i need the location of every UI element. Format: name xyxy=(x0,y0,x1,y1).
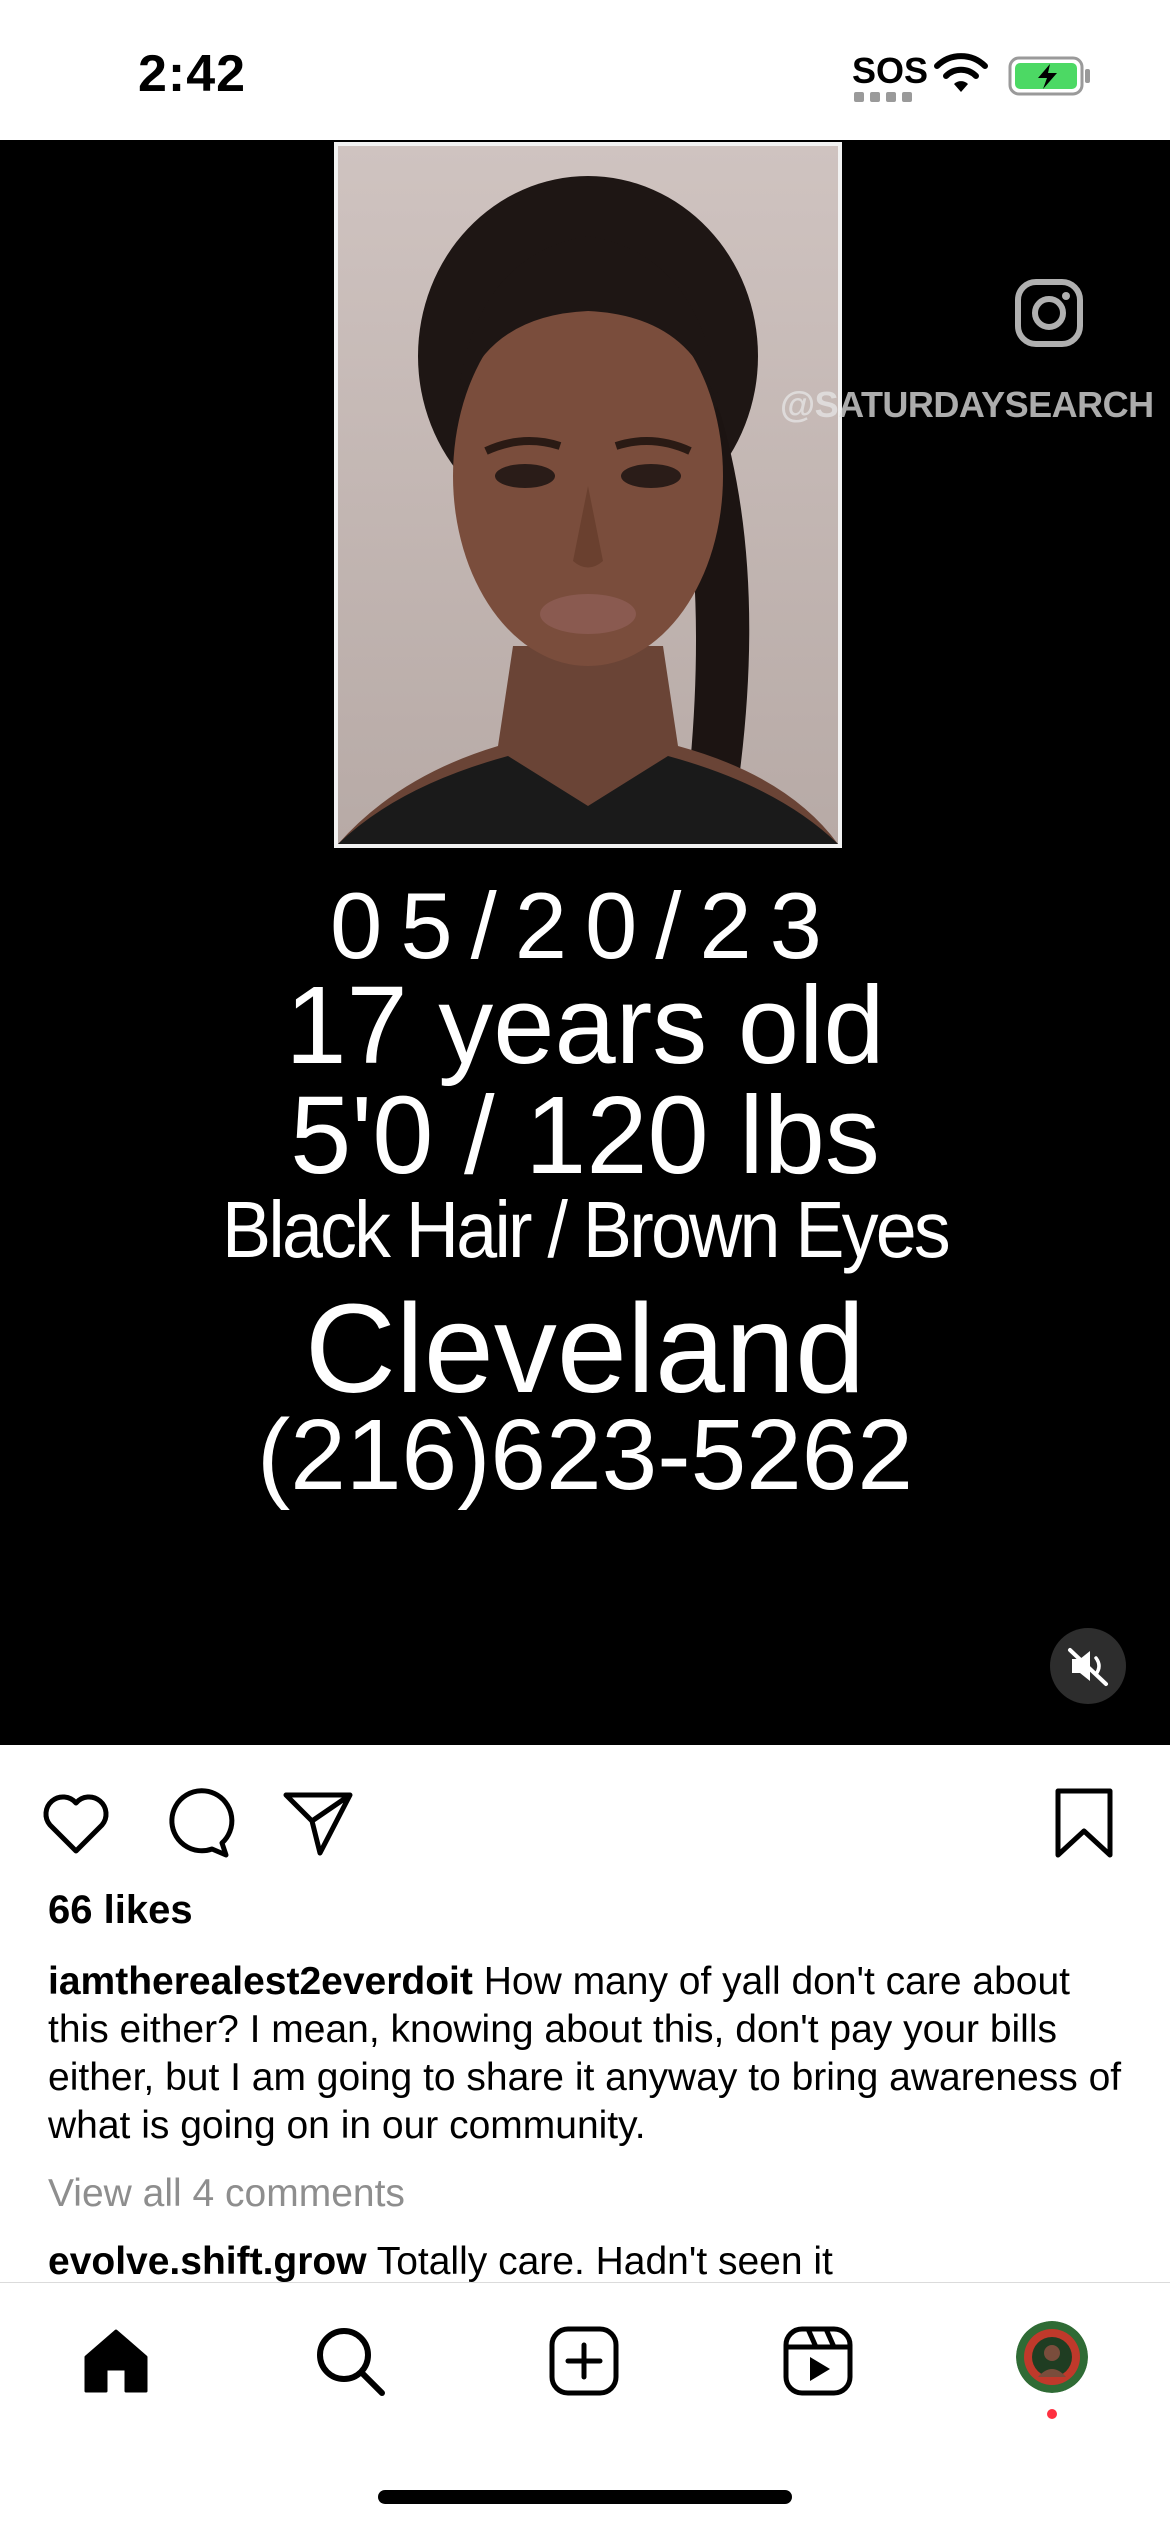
comment-preview: evolve.shift.grow Totally care. Hadn't s… xyxy=(48,2240,833,2284)
reels-icon[interactable] xyxy=(780,2323,856,2399)
heart-icon[interactable] xyxy=(38,1785,114,1861)
battery-charging-icon xyxy=(1008,56,1090,96)
home-icon[interactable] xyxy=(78,2323,154,2399)
overlay-hair-eyes: Black Hair / Brown Eyes xyxy=(222,1185,951,1274)
post-caption: iamtherealest2everdoit How many of yall … xyxy=(48,1958,1138,2150)
avatar-image xyxy=(1016,2321,1088,2393)
share-icon[interactable] xyxy=(280,1785,356,1861)
search-icon[interactable] xyxy=(312,2323,388,2399)
view-all-comments-link[interactable]: View all 4 comments xyxy=(48,2172,405,2216)
comment-icon[interactable] xyxy=(160,1785,236,1861)
overlay-height-weight: 5'0 / 120 lbs xyxy=(290,1074,880,1197)
status-bar: 2:42 SOS xyxy=(0,0,1170,140)
watermark: @SATURDAYSEARCH xyxy=(780,384,1154,425)
bookmark-icon[interactable] xyxy=(1046,1785,1122,1861)
signal-dots xyxy=(854,92,912,102)
caption-username[interactable]: iamtherealest2everdoit xyxy=(48,1960,473,2003)
comment-text: Totally care. Hadn't seen it xyxy=(376,2240,833,2283)
overlay-phone: (216)623-5262 xyxy=(256,1399,914,1511)
create-icon[interactable] xyxy=(546,2323,622,2399)
mute-button[interactable] xyxy=(1050,1628,1126,1704)
likes-count[interactable]: 66 likes xyxy=(48,1888,193,1933)
post-video[interactable]: @SATURDAYSEARCH 05/20/23 17 years old 5'… xyxy=(0,140,1170,1745)
comment-username[interactable]: evolve.shift.grow xyxy=(48,2240,367,2283)
notification-dot xyxy=(1047,2409,1057,2419)
speaker-muted-icon xyxy=(1068,1648,1108,1686)
status-time: 2:42 xyxy=(138,45,247,103)
profile-avatar[interactable] xyxy=(1016,2321,1088,2393)
home-indicator[interactable] xyxy=(378,2490,792,2504)
overlay-age: 17 years old xyxy=(285,964,885,1087)
wifi-icon xyxy=(934,53,988,92)
sos-indicator: SOS xyxy=(852,50,929,91)
instagram-icon xyxy=(1015,279,1083,347)
portrait-illustration xyxy=(338,146,838,844)
post-actions xyxy=(0,1785,1170,1865)
portrait-photo xyxy=(334,142,842,848)
